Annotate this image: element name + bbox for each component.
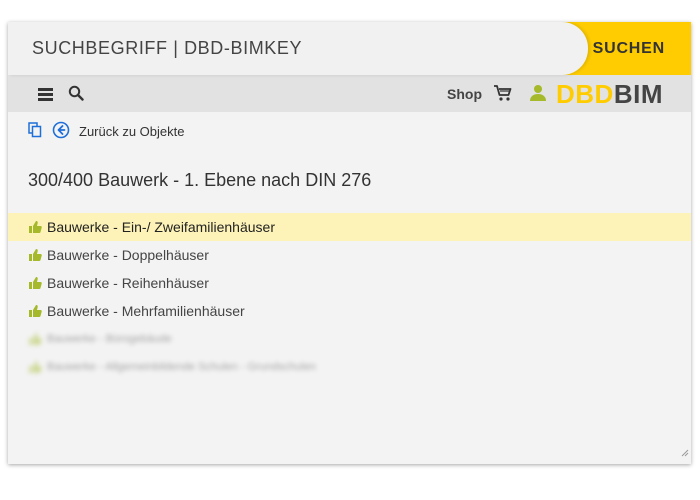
- thumbs-up-icon: [29, 305, 42, 317]
- toolbar: Zurück zu Objekte: [8, 120, 691, 146]
- search-icon[interactable]: [68, 85, 84, 106]
- list-item-label: Bauwerke - Allgemeinbildende Schulen - G…: [47, 361, 317, 373]
- arrow-left-circle-icon[interactable]: [52, 121, 70, 144]
- thumbs-up-icon: [29, 249, 42, 261]
- thumbs-up-icon: [29, 333, 42, 345]
- main-panel: SUCHEN SUCHBEGRIFF | DBD-BIMKEY Shop DBD…: [8, 22, 691, 464]
- thumbs-up-icon: [29, 361, 42, 373]
- list-item[interactable]: Bauwerke - Allgemeinbildende Schulen - G…: [8, 353, 691, 381]
- search-placeholder: SUCHBEGRIFF | DBD-BIMKEY: [32, 38, 303, 58]
- search-bar: SUCHEN SUCHBEGRIFF | DBD-BIMKEY: [8, 22, 691, 75]
- list-item[interactable]: Bauwerke - Reihenhäuser: [8, 269, 691, 297]
- search-button-label: SUCHEN: [592, 39, 665, 57]
- page-title: 300/400 Bauwerk - 1. Ebene nach DIN 276: [28, 170, 372, 190]
- list-item-label: Bauwerke - Ein-/ Zweifamilienhäuser: [47, 219, 275, 235]
- search-input[interactable]: SUCHBEGRIFF | DBD-BIMKEY: [8, 22, 588, 75]
- list-item[interactable]: Bauwerke - Mehrfamilienhäuser: [8, 297, 691, 325]
- user-icon[interactable]: [528, 83, 548, 108]
- category-list: Bauwerke - Ein-/ Zweifamilienhäuser Bauw…: [8, 213, 691, 381]
- copy-icon[interactable]: [28, 122, 42, 143]
- back-link[interactable]: Zurück zu Objekte: [79, 124, 185, 139]
- thumbs-up-icon: [29, 221, 42, 233]
- list-item-label: Bauwerke - Bürogebäude: [47, 333, 172, 345]
- list-item[interactable]: Bauwerke - Ein-/ Zweifamilienhäuser: [8, 213, 691, 241]
- hamburger-icon[interactable]: [38, 88, 53, 101]
- list-item[interactable]: Bauwerke - Doppelhäuser: [8, 241, 691, 269]
- navigation-bar: Shop DBDBIM: [8, 75, 691, 112]
- resize-grip-icon[interactable]: [681, 444, 689, 462]
- cart-icon[interactable]: [493, 83, 513, 108]
- list-item-label: Bauwerke - Reihenhäuser: [47, 275, 209, 291]
- list-item-label: Bauwerke - Mehrfamilienhäuser: [47, 303, 245, 319]
- shop-link[interactable]: Shop: [447, 86, 482, 102]
- thumbs-up-icon: [29, 277, 42, 289]
- dbdbim-logo[interactable]: DBDBIM: [556, 79, 663, 110]
- list-item[interactable]: Bauwerke - Bürogebäude: [8, 325, 691, 353]
- list-item-label: Bauwerke - Doppelhäuser: [47, 247, 209, 263]
